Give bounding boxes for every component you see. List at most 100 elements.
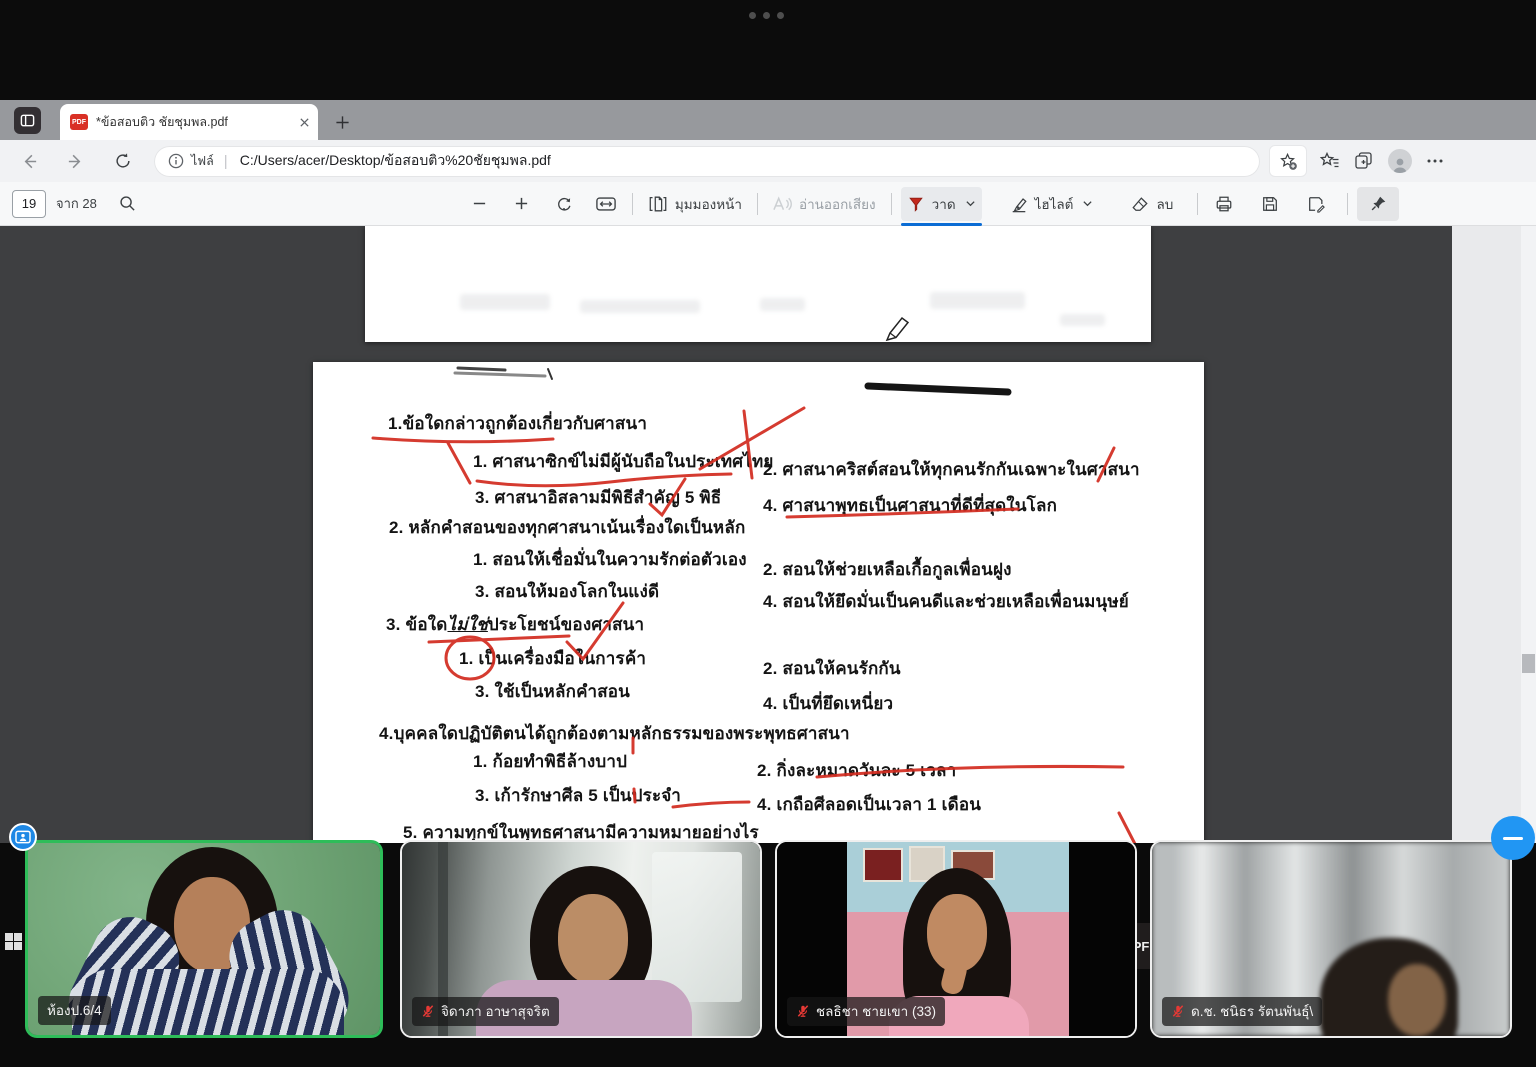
doc-line: 1.ข้อใดกล่าวถูกต้องเกี่ยวกับศาสนา bbox=[388, 410, 647, 437]
refresh-button[interactable] bbox=[106, 144, 140, 178]
doc-line: 4. สอนให้ยึดมั่นเป็นคนดีและช่วยเหลือเพื่… bbox=[763, 588, 1129, 615]
tab-actions-button[interactable] bbox=[14, 107, 41, 134]
page-view-icon bbox=[648, 195, 668, 213]
info-icon[interactable] bbox=[168, 153, 184, 169]
doc-line: 4. ศาสนาพุทธเป็นศาสนาที่ดีที่สุดในโลก bbox=[763, 492, 1057, 519]
new-tab-button[interactable] bbox=[330, 110, 354, 134]
search-icon bbox=[119, 195, 136, 212]
back-button[interactable] bbox=[12, 144, 46, 178]
zoom-in-button[interactable] bbox=[505, 187, 539, 221]
save-as-button[interactable] bbox=[1299, 187, 1333, 221]
id-card-icon bbox=[15, 830, 31, 844]
doc-line: 3. ศาสนาอิสลามมีพิธีสำคัญ 5 พิธี bbox=[475, 484, 721, 511]
doc-line: 3. สอนให้มองโลกในแง่ดี bbox=[475, 578, 659, 605]
pdf-file-icon: PDF bbox=[70, 114, 88, 130]
browser-tab-bar: PDF *ข้อสอบติว ชัยชุมพล.pdf bbox=[0, 100, 1536, 140]
page-view-button[interactable]: มุมมองหน้า bbox=[642, 187, 748, 221]
more-options-dots-icon[interactable] bbox=[749, 12, 784, 19]
save-button[interactable] bbox=[1253, 187, 1287, 221]
highlighter-icon bbox=[1010, 195, 1028, 213]
pin-icon bbox=[1370, 195, 1387, 212]
highlight-label: ไฮไลต์ bbox=[1035, 193, 1074, 215]
minus-icon bbox=[472, 196, 487, 211]
video-tile-participant-1[interactable]: จิดาภา อาษาสุจริต bbox=[400, 840, 762, 1038]
url-field[interactable]: ไฟล์ | C:/Users/acer/Desktop/ข้อสอบติว%2… bbox=[154, 146, 1260, 177]
doc-line: 2. กิ่งละหมาดวันละ 5 เวลา bbox=[757, 757, 956, 784]
browser-menu-button[interactable] bbox=[1426, 152, 1444, 170]
star-plus-icon bbox=[1279, 152, 1298, 171]
draw-button[interactable]: วาด bbox=[901, 187, 982, 221]
participant-card-button[interactable] bbox=[9, 823, 37, 851]
address-bar: ไฟล์ | C:/Users/acer/Desktop/ข้อสอบติว%2… bbox=[0, 140, 1536, 182]
add-favorite-button[interactable] bbox=[1270, 146, 1306, 176]
doc-line: 2. สอนให้คนรักกัน bbox=[763, 655, 901, 682]
tab-sidebar-icon bbox=[20, 113, 35, 128]
read-aloud-icon bbox=[773, 196, 792, 212]
page-total-label: จาก 28 bbox=[56, 193, 97, 214]
video-app-top-strip bbox=[0, 0, 1536, 100]
mic-muted-icon bbox=[796, 1004, 810, 1018]
doc-line: 1. เป็นเครื่องมือในการค้า bbox=[459, 645, 646, 672]
rotate-icon bbox=[555, 195, 573, 213]
video-tile-room[interactable]: ห้องป.6/4 bbox=[25, 840, 383, 1038]
profile-avatar[interactable] bbox=[1388, 149, 1412, 173]
forward-button[interactable] bbox=[58, 144, 92, 178]
doc-line: 3. เก้ารักษาศีล 5 เป็นประจำ bbox=[475, 782, 681, 809]
draw-label: วาด bbox=[932, 193, 956, 215]
chevron-down-icon[interactable] bbox=[1082, 198, 1093, 209]
rotate-button[interactable] bbox=[547, 187, 581, 221]
fit-to-width-button[interactable] bbox=[589, 187, 623, 221]
favorites-list-button[interactable] bbox=[1320, 151, 1340, 171]
print-button[interactable] bbox=[1207, 187, 1241, 221]
hide-videos-button[interactable] bbox=[1491, 816, 1535, 860]
doc-line: 4. เป็นที่ยึดเหนี่ยว bbox=[763, 690, 893, 717]
pin-toolbar-button[interactable] bbox=[1357, 187, 1399, 221]
ellipsis-icon bbox=[1426, 152, 1444, 170]
participant-name-badge: ห้องป.6/4 bbox=[38, 996, 111, 1025]
address-bar-actions bbox=[1270, 146, 1458, 176]
participant-name: จิดาภา อาษาสุจริต bbox=[441, 1000, 550, 1022]
doc-line: 4.บุคคลใดปฏิบัติตนได้ถูกต้องตามหลักธรรมข… bbox=[379, 720, 850, 747]
save-as-icon bbox=[1307, 195, 1325, 213]
doc-line: 3. ข้อใดไม่ใช่ประโยชน์ของศาสนา bbox=[386, 611, 644, 638]
erase-label: ลบ bbox=[1156, 193, 1173, 215]
doc-line: 1. สอนให้เชื่อมั่นในความรักต่อตัวเอง bbox=[473, 546, 747, 573]
doc-line: 3. ใช้เป็นหลักคำสอน bbox=[475, 678, 630, 705]
video-tile-participant-3[interactable]: ด.ช. ชนิธร รัตนพันธุ์\ bbox=[1150, 840, 1512, 1038]
url-text: C:/Users/acer/Desktop/ข้อสอบติว%20ชัยชุม… bbox=[240, 150, 551, 172]
scrollbar-thumb[interactable] bbox=[1522, 654, 1535, 673]
participant-name: ด.ช. ชนิธร รัตนพันธุ์\ bbox=[1191, 1000, 1313, 1022]
participant-name-badge: ชลธิชา ชายเขา (33) bbox=[787, 997, 945, 1026]
doc-line: 1. ก้อยทำพิธีล้างบาป bbox=[473, 748, 627, 775]
fit-width-icon bbox=[596, 196, 616, 212]
tab-close-icon[interactable] bbox=[299, 117, 310, 128]
back-arrow-icon bbox=[20, 152, 39, 171]
doc-line: 4. เกถือศีลอดเป็นเวลา 1 เดือน bbox=[757, 791, 981, 818]
participant-name: ห้องป.6/4 bbox=[47, 999, 102, 1021]
mic-muted-icon bbox=[1171, 1004, 1185, 1018]
forward-arrow-icon bbox=[66, 152, 85, 171]
minus-icon bbox=[1503, 837, 1523, 840]
erase-button[interactable]: ลบ bbox=[1125, 187, 1179, 221]
plus-icon bbox=[335, 115, 350, 130]
active-tab[interactable]: PDF *ข้อสอบติว ชัยชุมพล.pdf bbox=[60, 104, 318, 140]
collections-icon bbox=[1354, 151, 1374, 171]
highlight-button[interactable]: ไฮไลต์ bbox=[1004, 187, 1100, 221]
collections-button[interactable] bbox=[1354, 151, 1374, 171]
refresh-icon bbox=[114, 152, 132, 170]
video-tile-participant-2[interactable]: ชลธิชา ชายเขา (33) bbox=[775, 840, 1137, 1038]
page-number-input[interactable]: 19 bbox=[12, 190, 46, 218]
eraser-icon bbox=[1131, 195, 1149, 213]
mic-muted-icon bbox=[421, 1004, 435, 1018]
url-divider: | bbox=[224, 153, 228, 170]
save-icon bbox=[1261, 195, 1279, 213]
doc-line: 1. ศาสนาซิกข์ไม่มีผู้นับถือในประเทศไทย bbox=[473, 448, 774, 475]
pdf-search-button[interactable] bbox=[111, 187, 145, 221]
windows-start-icon[interactable] bbox=[5, 933, 22, 950]
read-aloud-button[interactable]: อ่านออกเสียง bbox=[767, 187, 882, 221]
participant-name-badge: ด.ช. ชนิธร รัตนพันธุ์\ bbox=[1162, 997, 1322, 1026]
zoom-out-button[interactable] bbox=[463, 187, 497, 221]
doc-line: 2. หลักคำสอนของทุกศาสนาเน้นเรื่องใดเป็นห… bbox=[389, 514, 745, 541]
pdf-toolbar: 19 จาก 28 มุมมองหน้า bbox=[0, 182, 1536, 226]
chevron-down-icon[interactable] bbox=[965, 198, 976, 209]
